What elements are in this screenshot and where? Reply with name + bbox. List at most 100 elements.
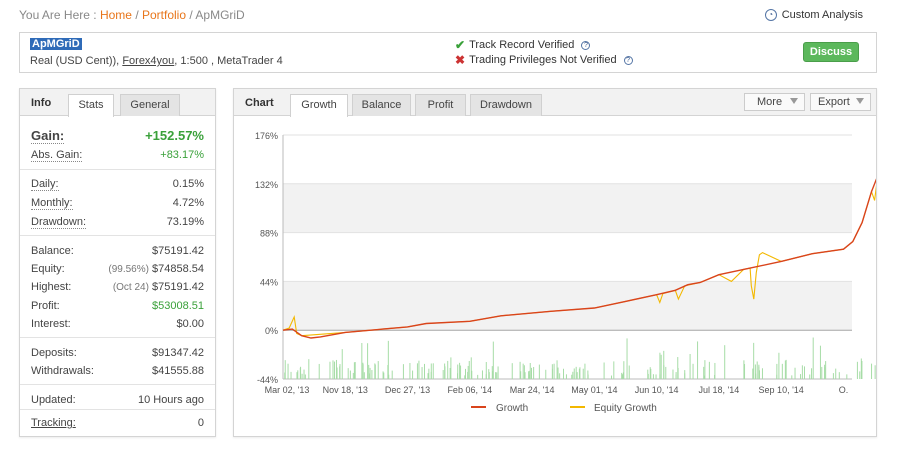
y-tick-label: 176%: [255, 131, 278, 141]
y-tick-label: 0%: [265, 326, 278, 336]
balance-row: Balance: $75191.42: [31, 245, 204, 257]
chart-tabbar: Chart Growth Balance Profit Drawdown Mor…: [234, 89, 876, 117]
help-icon[interactable]: ?: [623, 55, 633, 65]
cross-icon: ✖: [455, 53, 466, 67]
profit-label: Profit:: [31, 300, 60, 312]
gain-row: Gain: +152.57%: [31, 128, 204, 144]
monthly-row: Monthly: 4.72%: [31, 197, 204, 210]
y-tick-label: -44%: [257, 375, 278, 385]
broker-link[interactable]: Forex4you: [122, 55, 174, 67]
divider: [20, 337, 215, 338]
growth-chart: 176% 132% 88% 44% 0% -44%Mar 02, '13 Nov 18, '…: [255, 131, 876, 414]
x-tick-label: O.: [839, 385, 849, 395]
account-header: ApMGriD Real (USD Cent)), Forex4you, 1:5…: [19, 32, 877, 73]
equity-value: $74858.54: [152, 263, 204, 275]
custom-analysis-label: Custom Analysis: [781, 9, 863, 21]
breadcrumb-separator: /: [189, 8, 193, 22]
abs-gain-value: +83.17%: [160, 149, 204, 161]
info-title: Info: [31, 97, 52, 109]
tracking-value: 0: [197, 417, 204, 429]
divider: [20, 409, 215, 410]
discuss-button[interactable]: Discuss: [803, 42, 859, 62]
interest-value: $0.00: [176, 318, 204, 330]
equity-label: Equity:: [31, 263, 65, 275]
info-panel: Info Stats General Gain: +152.57% Abs. G…: [19, 88, 216, 437]
analysis-icon: ◔: [764, 9, 777, 21]
drawdown-row: Drawdown: 73.19%: [31, 216, 204, 229]
daily-value: 0.15%: [172, 178, 204, 190]
x-tick-label: May 01, '14: [571, 385, 617, 395]
grid-band: [283, 183, 852, 233]
track-record-label: Track Record Verified: [469, 39, 575, 51]
x-tick-label: Feb 06, '14: [447, 385, 492, 395]
abs-gain-row: Abs. Gain: +83.17%: [31, 149, 204, 162]
tracking-link[interactable]: Tracking:: [31, 417, 76, 429]
y-tick-label: 88%: [260, 229, 278, 239]
highest-date: (Oct 24): [112, 282, 149, 293]
y-tick-label: 44%: [260, 277, 278, 287]
tab-drawdown[interactable]: Drawdown: [470, 94, 542, 116]
drawdown-label: Drawdown:: [31, 216, 87, 229]
chevron-down-icon: [856, 98, 864, 104]
breadcrumb-home-link[interactable]: Home: [100, 8, 132, 22]
profit-row: Profit: $53008.51: [31, 300, 204, 312]
abs-gain-label: Abs. Gain:: [31, 149, 83, 162]
tab-profit[interactable]: Profit: [415, 94, 466, 116]
breadcrumb-portfolio-link[interactable]: Portfolio: [142, 8, 186, 22]
x-tick-label: Jul 18, '14: [699, 385, 740, 395]
drawdown-value: 73.19%: [166, 216, 204, 228]
deposits-label: Deposits:: [31, 347, 77, 359]
tab-balance[interactable]: Balance: [352, 94, 411, 116]
more-label: More: [757, 96, 783, 108]
tracking-row: Tracking: 0: [31, 417, 204, 429]
export-label: Export: [818, 96, 850, 108]
withdrawals-label: Withdrawals:: [31, 365, 94, 377]
divider: [20, 384, 215, 385]
tab-stats[interactable]: Stats: [68, 94, 114, 117]
interest-label: Interest:: [31, 318, 71, 330]
x-tick-label: Mar 24, '14: [510, 385, 555, 395]
daily-row: Daily: 0.15%: [31, 178, 204, 191]
check-icon: ✔: [455, 38, 466, 52]
trading-privileges-label: Trading Privileges Not Verified: [469, 54, 617, 66]
grid-band: [283, 281, 852, 331]
chart-panel: Chart Growth Balance Profit Drawdown Mor…: [233, 88, 877, 437]
updated-row: Updated: 10 Hours ago: [31, 394, 204, 406]
chart-title: Chart: [245, 97, 274, 109]
x-tick-label: Jun 10, '14: [635, 385, 679, 395]
help-icon[interactable]: ?: [581, 40, 591, 50]
deposits-row: Deposits: $91347.42: [31, 347, 204, 359]
deposits-value: $91347.42: [152, 347, 204, 359]
breadcrumb-separator: /: [135, 8, 139, 22]
daily-label: Daily:: [31, 178, 59, 191]
highest-row: Highest: (Oct 24) $75191.42: [31, 281, 204, 293]
account-subtitle: Real (USD Cent)), Forex4you, 1:500 , Met…: [30, 55, 283, 67]
divider: [20, 235, 215, 236]
balance-value: $75191.42: [152, 245, 204, 257]
highest-value: $75191.42: [152, 281, 204, 293]
x-tick-label: Nov 18, '13: [323, 385, 368, 395]
x-tick-label: Dec 27, '13: [385, 385, 430, 395]
updated-label: Updated:: [31, 394, 76, 406]
x-tick-label: Sep 10, '14: [759, 385, 804, 395]
breadcrumb: You Are Here : Home / Portfolio / ApMGri…: [19, 8, 245, 22]
balance-label: Balance:: [31, 245, 74, 257]
monthly-label: Monthly:: [31, 197, 73, 210]
chevron-down-icon: [790, 98, 798, 104]
export-dropdown[interactable]: Export: [810, 93, 871, 111]
breadcrumb-current: ApMGriD: [195, 8, 245, 22]
x-tick-label: Mar 02, '13: [265, 385, 310, 395]
more-dropdown[interactable]: More: [744, 93, 805, 111]
y-tick-label: 132%: [255, 180, 278, 190]
tab-growth[interactable]: Growth: [290, 94, 348, 117]
highest-label: Highest:: [31, 281, 72, 293]
custom-analysis-link[interactable]: ◔ Custom Analysis: [764, 9, 863, 21]
profit-value: $53008.51: [152, 300, 204, 312]
gain-label: Gain:: [31, 128, 65, 144]
account-details: , 1:500 , MetaTrader 4: [174, 55, 283, 67]
tab-general[interactable]: General: [120, 94, 180, 116]
monthly-value: 4.72%: [172, 197, 204, 209]
account-name: ApMGriD: [30, 38, 82, 50]
account-type: Real (USD Cent)),: [30, 55, 120, 67]
info-tabbar: Info Stats General: [20, 89, 215, 117]
